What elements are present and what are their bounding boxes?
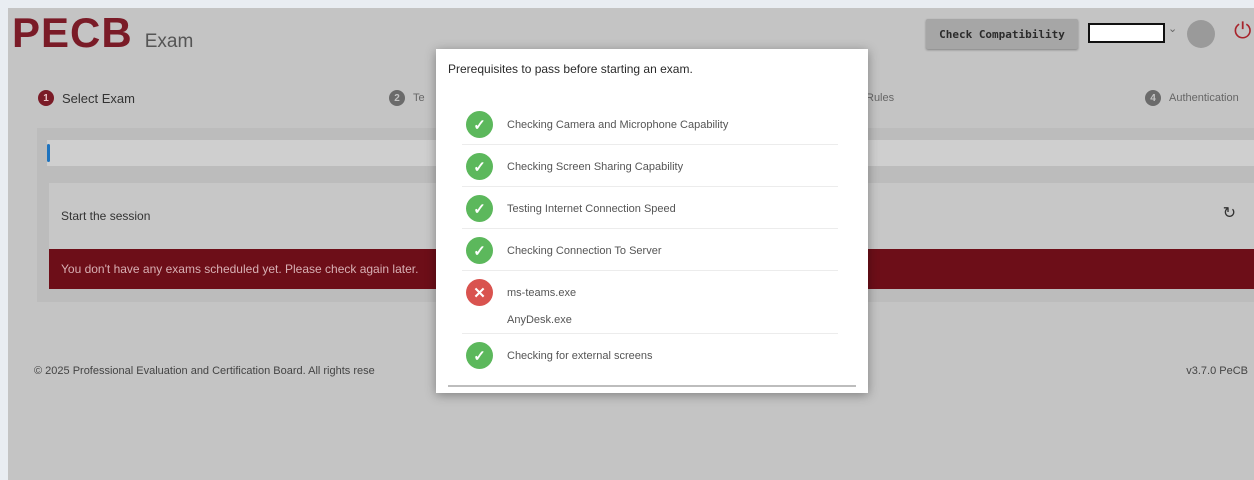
refresh-icon[interactable]: ↻: [1223, 203, 1236, 223]
modal-divider: [448, 385, 856, 387]
session-title: Start the session: [61, 209, 151, 223]
check-circle-icon: ✓: [466, 237, 493, 264]
progress-fill: [47, 144, 50, 162]
check-item-server-connection: ✓ Checking Connection To Server: [462, 229, 838, 271]
x-circle-icon: ✕: [466, 279, 493, 306]
check-item-label: ms-teams.exe AnyDesk.exe: [507, 279, 576, 327]
check-item-label: Checking Screen Sharing Capability: [507, 161, 684, 173]
chevron-down-icon[interactable]: ⌄: [1168, 22, 1177, 35]
step-label: Select Exam: [62, 90, 135, 106]
check-circle-icon: ✓: [466, 195, 493, 222]
step-label: Rules: [866, 92, 895, 104]
check-item-label: Checking Camera and Microphone Capabilit…: [507, 119, 729, 131]
pecb-logo: PECB Exam: [12, 8, 193, 64]
blocked-app-name: AnyDesk.exe: [507, 314, 572, 326]
power-icon[interactable]: ⏻: [1234, 18, 1251, 44]
check-list: ✓ Checking Camera and Microphone Capabil…: [462, 103, 838, 375]
step-label: Authentication: [1169, 92, 1239, 104]
check-item-camera: ✓ Checking Camera and Microphone Capabil…: [462, 103, 838, 145]
step-number: 2: [389, 90, 405, 106]
step-number: 4: [1145, 90, 1161, 106]
logo-subtitle: Exam: [144, 31, 194, 52]
blocked-app-name: ms-teams.exe: [507, 287, 577, 299]
check-compatibility-button[interactable]: Check Compatibility: [926, 19, 1078, 49]
check-circle-icon: ✓: [466, 342, 493, 369]
step-number: 1: [38, 90, 54, 106]
app-window: PECB Exam Check Compatibility ⌄ ⏻ 1 Sele…: [8, 8, 1254, 480]
modal-title: Prerequisites to pass before starting an…: [448, 62, 693, 76]
footer-copyright: © 2025 Professional Evaluation and Certi…: [34, 365, 375, 377]
step-select-exam[interactable]: 1 Select Exam: [38, 90, 135, 106]
language-select[interactable]: [1088, 23, 1165, 43]
check-item-label: Testing Internet Connection Speed: [507, 203, 676, 215]
prerequisites-modal: Prerequisites to pass before starting an…: [436, 49, 868, 393]
check-item-internet-speed: ✓ Testing Internet Connection Speed: [462, 187, 838, 229]
check-item-label: Checking for external screens: [507, 350, 653, 362]
step-authentication[interactable]: 4 Authentication: [1145, 90, 1239, 106]
footer-version: v3.7.0 PeCB: [1186, 365, 1248, 377]
check-circle-icon: ✓: [466, 111, 493, 138]
step-test[interactable]: 2 Te: [389, 90, 425, 106]
check-circle-icon: ✓: [466, 153, 493, 180]
check-item-blocked-apps: ✕ ms-teams.exe AnyDesk.exe: [462, 271, 838, 334]
check-item-screen-sharing: ✓ Checking Screen Sharing Capability: [462, 145, 838, 187]
logo-mark: PECB: [12, 9, 133, 56]
avatar[interactable]: [1187, 20, 1215, 48]
check-item-external-screens: ✓ Checking for external screens: [462, 334, 838, 375]
check-item-label: Checking Connection To Server: [507, 245, 662, 257]
step-label: Te: [413, 92, 425, 104]
